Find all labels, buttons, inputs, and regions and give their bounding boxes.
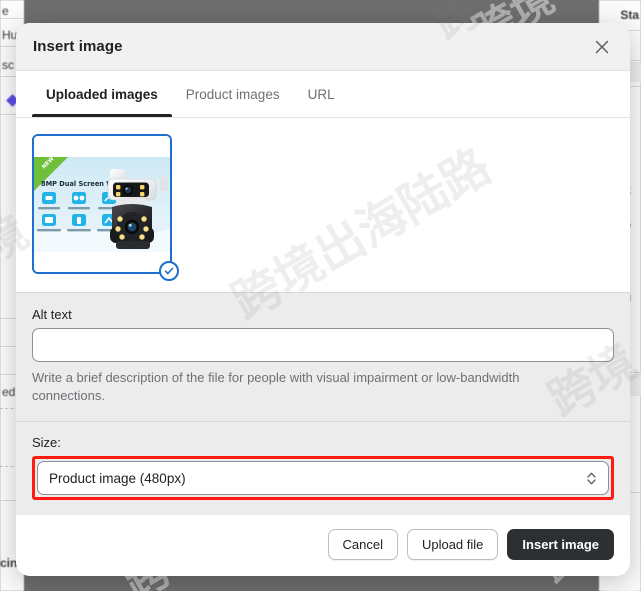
check-circle-icon — [159, 261, 179, 281]
insert-image-dialog: Insert image Uploaded images Product ima… — [16, 23, 630, 576]
backdrop-fragment: e — [2, 4, 9, 18]
thumbnail-image: NEW 8MP Dual Screen Wifi Camera — [34, 136, 170, 272]
backdrop-rule — [0, 18, 24, 19]
tab-uploaded-images[interactable]: Uploaded images — [32, 71, 172, 117]
size-section: Size: Product image (480px) — [16, 421, 630, 515]
tab-label: Uploaded images — [46, 86, 158, 102]
size-select-value: Product image (480px) — [49, 470, 186, 486]
alt-text-input[interactable] — [32, 328, 614, 362]
backdrop-fragment: ed — [2, 385, 16, 399]
image-gallery: NEW 8MP Dual Screen Wifi Camera — [16, 118, 630, 292]
thumbnail-list: NEW 8MP Dual Screen Wifi Camera — [32, 134, 614, 281]
tab-product-images[interactable]: Product images — [172, 71, 294, 117]
backdrop-fragment: cin — [0, 556, 18, 570]
dialog-tabs: Uploaded images Product images URL — [16, 71, 630, 118]
size-highlight-box: Product image (480px) — [32, 456, 614, 500]
cancel-button[interactable]: Cancel — [327, 529, 398, 560]
alt-text-label: Alt text — [32, 307, 72, 322]
backdrop-fragment: Sta — [620, 8, 639, 22]
dialog-title: Insert image — [33, 38, 123, 55]
close-icon[interactable] — [588, 33, 616, 61]
alt-text-help: Write a brief description of the file fo… — [32, 370, 520, 403]
dialog-footer: Cancel Upload file Insert image — [16, 515, 630, 576]
product-photo: NEW 8MP Dual Screen Wifi Camera — [34, 156, 170, 252]
tab-label: Product images — [185, 86, 280, 102]
backdrop-card — [603, 577, 637, 591]
chevron-up-down-icon — [586, 471, 597, 486]
insert-image-button[interactable]: Insert image — [507, 529, 614, 560]
upload-file-button[interactable]: Upload file — [406, 529, 499, 560]
dialog-header: Insert image — [16, 23, 630, 71]
tab-label: URL — [307, 86, 335, 102]
backdrop-fragment: sc — [2, 58, 14, 72]
size-label: Size: — [32, 435, 61, 450]
size-select[interactable]: Product image (480px) — [37, 461, 609, 495]
alt-text-section: Alt text Write a brief description of th… — [16, 292, 630, 421]
tab-url[interactable]: URL — [294, 71, 349, 117]
thumbnail-item[interactable]: NEW 8MP Dual Screen Wifi Camera — [32, 134, 179, 281]
